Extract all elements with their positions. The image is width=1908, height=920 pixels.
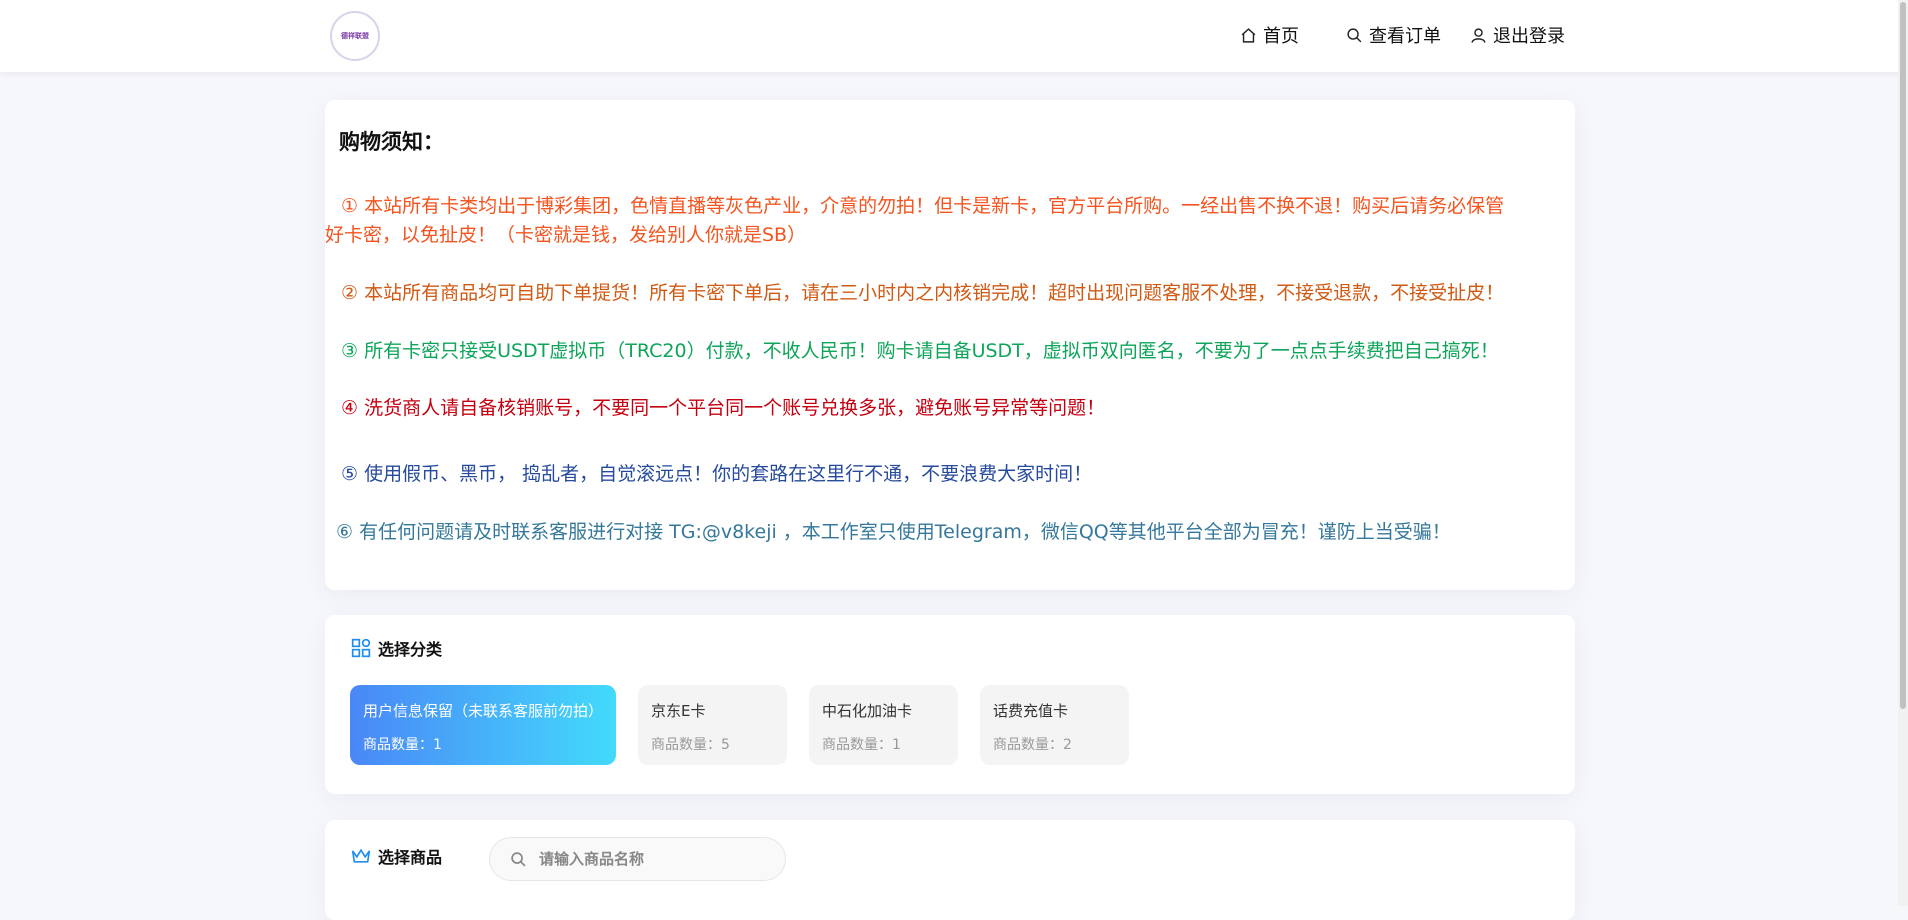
- category-item-phone-recharge[interactable]: 话费充值卡 商品数量：2: [980, 685, 1129, 765]
- notice-item-5: ⑤ 使用假币、黑币， 捣乱者，自觉滚远点！你的套路在这里行不通，不要浪费大家时间…: [341, 463, 1093, 485]
- category-count: 商品数量：1: [822, 737, 901, 753]
- goods-card: 选择商品: [325, 820, 1575, 920]
- nav-logout-label: 退出登录: [1493, 26, 1565, 47]
- scrollbar-thumb[interactable]: [1900, 2, 1906, 709]
- category-card: 选择分类 用户信息保留（未联系客服前勿拍） 商品数量：1 京东E卡 商品数量：5…: [325, 615, 1575, 794]
- user-icon: [1471, 27, 1486, 43]
- category-name: 京东E卡: [651, 702, 706, 720]
- goods-section-header: 选择商品: [351, 844, 442, 868]
- notice-item-1-line-2: 好卡密，以免扯皮！（卡密就是钱，发给别人你就是SB）: [325, 224, 807, 246]
- nav-logout-link[interactable]: 退出登录: [1470, 22, 1565, 48]
- goods-search-input[interactable]: [537, 849, 771, 869]
- notice-item-1-line-1: ① 本站所有卡类均出于博彩集团，色情直播等灰色产业，介意的勿拍！但卡是新卡，官方…: [341, 195, 1505, 217]
- category-name: 话费充值卡: [993, 702, 1069, 720]
- search-icon: [511, 851, 526, 866]
- notice-item-4: ④ 洗货商人请自备核销账号，不要同一个平台同一个账号兑换多张，避免账号异常等问题…: [341, 397, 1106, 419]
- goods-search-box[interactable]: [489, 837, 786, 881]
- category-count: 商品数量：2: [993, 737, 1072, 753]
- notice-item-3: ③ 所有卡密只接受USDT虚拟币（TRC20）付款，不收人民币！购卡请自备USD…: [341, 340, 1499, 362]
- home-icon: [1241, 27, 1256, 43]
- nav-home-link[interactable]: 首页: [1240, 22, 1299, 48]
- category-section-title: 选择分类: [378, 640, 443, 659]
- category-count: 商品数量：5: [651, 737, 730, 753]
- top-header: 德祥联盟 首页 查看订单 退出登录: [0, 0, 1908, 72]
- notice-title: 购物须知：: [339, 130, 444, 154]
- notice-item-2: ② 本站所有商品均可自助下单提货！所有卡密下单后，请在三小时内之内核销完成！超时…: [341, 282, 1505, 304]
- crown-icon: [351, 848, 371, 863]
- category-count: 商品数量：1: [363, 737, 442, 753]
- search-icon: [1347, 27, 1362, 42]
- category-name: 用户信息保留（未联系客服前勿拍）: [363, 702, 604, 720]
- category-name: 中石化加油卡: [822, 702, 913, 720]
- nav-orders-label: 查看订单: [1369, 26, 1441, 47]
- site-logo[interactable]: 德祥联盟: [330, 11, 380, 61]
- category-item-user-info[interactable]: 用户信息保留（未联系客服前勿拍） 商品数量：1: [350, 685, 616, 765]
- page-scrollbar[interactable]: [1898, 0, 1908, 906]
- shopping-notice-card: 购物须知： ① 本站所有卡类均出于博彩集团，色情直播等灰色产业，介意的勿拍！但卡…: [325, 100, 1575, 590]
- notice-item-6: ⑥ 有任何问题请及时联系客服进行对接 TG:@v8keji ，本工作室只使用Te…: [336, 521, 1451, 543]
- grid-icon: [351, 638, 371, 658]
- nav-home-label: 首页: [1263, 26, 1299, 47]
- category-item-sinopec-card[interactable]: 中石化加油卡 商品数量：1: [809, 685, 958, 765]
- goods-section-title: 选择商品: [378, 848, 443, 867]
- category-item-jd-card[interactable]: 京东E卡 商品数量：5: [638, 685, 787, 765]
- nav-orders-link[interactable]: 查看订单: [1346, 22, 1441, 48]
- category-section-header: 选择分类: [351, 636, 442, 660]
- logo-text: 德祥联盟: [341, 32, 369, 40]
